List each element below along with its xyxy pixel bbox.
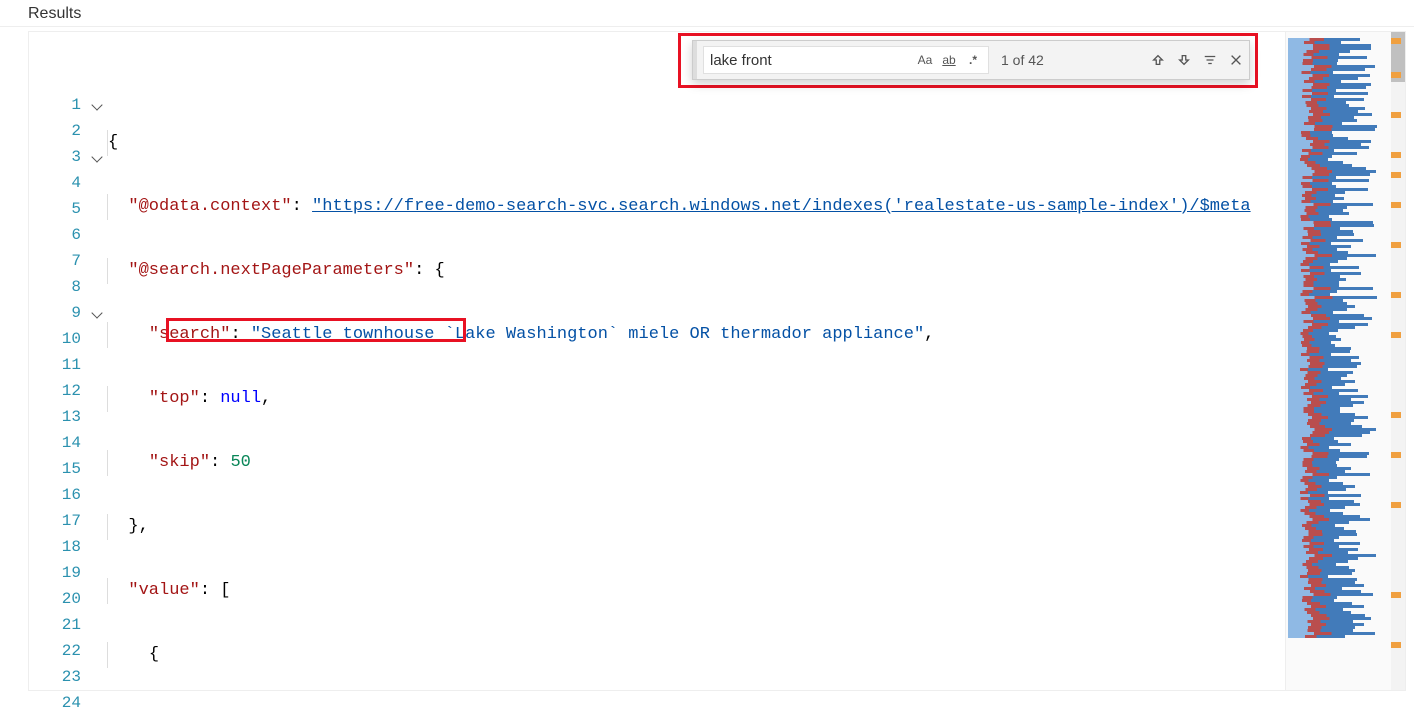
line-number[interactable]: 2 (29, 118, 107, 144)
code-line[interactable]: "value": [ (107, 578, 1285, 604)
find-input[interactable] (708, 51, 912, 70)
line-number[interactable]: 17 (29, 508, 107, 534)
minimap-lines (1288, 38, 1387, 638)
whole-word-toggle[interactable]: ab (938, 49, 960, 71)
line-number[interactable]: 20 (29, 586, 107, 612)
line-number[interactable]: 15 (29, 456, 107, 482)
line-number[interactable]: 19 (29, 560, 107, 586)
line-number[interactable]: 1 (29, 92, 107, 118)
line-number[interactable]: 22 (29, 638, 107, 664)
line-number[interactable]: 6 (29, 222, 107, 248)
find-count: 1 of 42 (1001, 52, 1044, 68)
line-number[interactable]: 10 (29, 326, 107, 352)
minimap[interactable] (1285, 32, 1405, 690)
line-number[interactable]: 7 (29, 248, 107, 274)
find-prev-button[interactable] (1145, 47, 1171, 73)
find-resize-handle[interactable] (693, 41, 697, 79)
code-line[interactable]: "top": null, (107, 386, 1285, 412)
regex-toggle[interactable]: .* (962, 49, 984, 71)
line-number[interactable]: 12 (29, 378, 107, 404)
results-header: Results (0, 0, 1414, 27)
line-number[interactable]: 11 (29, 352, 107, 378)
code-line[interactable]: { (107, 642, 1285, 668)
code-line[interactable]: "@search.nextPageParameters": { (107, 258, 1285, 284)
editor-area: 1 2 3 4 5 6 7 8 9 10 11 12 13 14 15 16 1… (28, 31, 1406, 691)
code-line[interactable]: { (107, 130, 1285, 156)
code-line[interactable]: "search": "Seattle townhouse `Lake Washi… (107, 322, 1285, 348)
arrow-down-icon (1177, 53, 1191, 67)
line-number[interactable]: 14 (29, 430, 107, 456)
code-line[interactable]: "skip": 50 (107, 450, 1285, 476)
close-icon (1229, 53, 1243, 67)
line-number[interactable]: 23 (29, 664, 107, 690)
line-number[interactable]: 16 (29, 482, 107, 508)
line-number[interactable]: 21 (29, 612, 107, 638)
code-line[interactable]: "@odata.context": "https://free-demo-sea… (107, 194, 1285, 220)
line-number[interactable]: 13 (29, 404, 107, 430)
line-number[interactable]: 24 (29, 690, 107, 716)
line-number[interactable]: 3 (29, 144, 107, 170)
filter-icon (1203, 53, 1217, 67)
code-line[interactable]: }, (107, 514, 1285, 540)
arrow-up-icon (1151, 53, 1165, 67)
find-input-wrap: Aa ab .* (703, 46, 989, 74)
line-number[interactable]: 5 (29, 196, 107, 222)
find-filter-button[interactable] (1197, 47, 1223, 73)
line-number[interactable]: 9 (29, 300, 107, 326)
line-number[interactable]: 4 (29, 170, 107, 196)
match-case-toggle[interactable]: Aa (914, 49, 936, 71)
code-content[interactable]: { "@odata.context": "https://free-demo-s… (107, 32, 1285, 690)
line-number[interactable]: 8 (29, 274, 107, 300)
line-number[interactable]: 18 (29, 534, 107, 560)
find-panel: Aa ab .* 1 of 42 (692, 40, 1250, 80)
find-next-button[interactable] (1171, 47, 1197, 73)
line-number-gutter: 1 2 3 4 5 6 7 8 9 10 11 12 13 14 15 16 1… (29, 32, 107, 690)
find-close-button[interactable] (1223, 47, 1249, 73)
